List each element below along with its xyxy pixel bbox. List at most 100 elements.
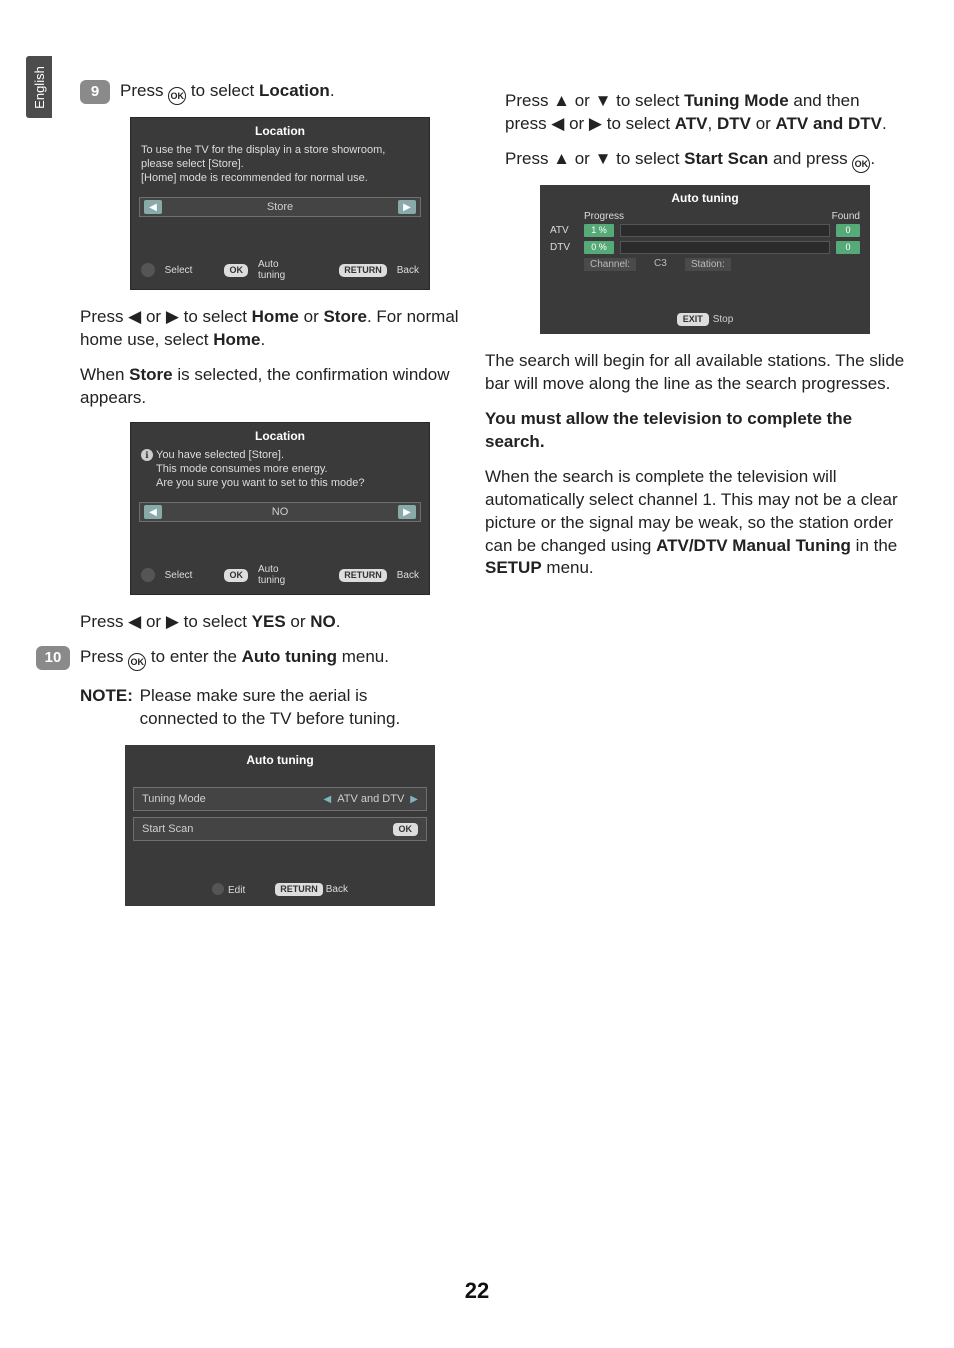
osd-auto-tuning-menu: Auto tuning Tuning Mode ◀ ATV and DTV ▶ … — [125, 745, 435, 906]
text-bold: Store — [129, 365, 172, 384]
osd-title: Auto tuning — [125, 745, 435, 781]
paragraph-yes-no: Press ◀ or ▶ to select YES or NO. — [80, 611, 480, 634]
text: . — [260, 330, 265, 349]
paragraph-when-complete: When the search is complete the televisi… — [485, 466, 905, 581]
osd-footer: Select OK Auto tuning RETURN Back — [131, 558, 429, 594]
footer-ok: Auto tuning — [258, 564, 307, 586]
text-bold: ATV/DTV Manual Tuning — [656, 536, 851, 555]
left-arrow-icon[interactable]: ◀ — [144, 505, 162, 519]
osd-desc: To use the TV for the display in a store… — [131, 144, 429, 193]
text: and press — [768, 149, 852, 168]
text-bold: NO — [310, 612, 336, 631]
osd-location-store: Location To use the TV for the display i… — [130, 117, 430, 290]
text-bold: Store — [323, 307, 366, 326]
text: When — [80, 365, 129, 384]
text-bold: Home — [252, 307, 299, 326]
text-bold: DTV — [717, 114, 751, 133]
progress-row-atv: ATV 1 % 0 — [540, 222, 870, 239]
text: or — [751, 114, 776, 133]
text: menu. — [337, 647, 389, 666]
text: . — [870, 149, 875, 168]
text-bold: Tuning Mode — [684, 91, 789, 110]
note-label: NOTE: — [80, 686, 133, 705]
text: or — [304, 307, 324, 326]
text: This mode consumes more energy. — [141, 463, 328, 477]
step-9-text: Press OK to select Location. — [120, 80, 480, 105]
text-bold: Location — [259, 81, 330, 100]
row-percent: 1 % — [584, 224, 614, 237]
text: To use the TV for the display in a store… — [141, 144, 385, 170]
ok-icon: OK — [852, 155, 870, 173]
progress-bar — [620, 224, 830, 237]
footer-return: Back — [326, 884, 348, 895]
step-9: 9 Press OK to select Location. — [80, 80, 480, 105]
footer-ok: Auto tuning — [258, 259, 307, 281]
paragraph-must-complete: You must allow the television to complet… — [485, 408, 905, 454]
right-arrow-icon[interactable]: ▶ — [398, 200, 416, 214]
osd-value-row[interactable]: ◀ Store ▶ — [139, 197, 421, 217]
text: . — [330, 81, 335, 100]
osd-auto-tuning-progress: Auto tuning Progress Found ATV 1 % 0 DTV… — [540, 185, 870, 334]
step-10: 10 Press OK to enter the Auto tuning men… — [36, 646, 480, 671]
osd-value-row[interactable]: ◀ NO ▶ — [139, 502, 421, 522]
language-tab: English — [26, 56, 52, 118]
osd-progress-info: Channel: C3 Station: — [540, 256, 870, 275]
paragraph-store-confirmation: When Store is selected, the confirmation… — [80, 364, 480, 410]
text: Press ▲ or ▼ to select — [505, 149, 684, 168]
text: . — [882, 114, 887, 133]
text: You have selected [Store]. — [156, 449, 284, 461]
ok-icon: OK — [128, 653, 146, 671]
ok-pill: OK — [224, 569, 248, 582]
info-icon: ℹ — [141, 449, 153, 461]
row-label: Start Scan — [142, 823, 193, 835]
dpad-icon — [141, 568, 155, 582]
progress-bar — [620, 241, 830, 254]
osd-progress-header: Progress Found — [540, 211, 870, 222]
osd-value: Store — [162, 201, 398, 213]
osd-value: NO — [162, 506, 398, 518]
text-bold: ATV — [675, 114, 708, 133]
osd-title: Location — [131, 423, 429, 449]
text: [Home] mode is recommended for normal us… — [141, 172, 368, 184]
paragraph-start-scan: Press ▲ or ▼ to select Start Scan and pr… — [505, 148, 905, 173]
row-found: 0 — [836, 224, 860, 237]
osd-title: Auto tuning — [540, 185, 870, 211]
step-badge-9: 9 — [80, 80, 110, 104]
left-arrow-icon[interactable]: ◀ — [324, 794, 332, 805]
text: Press — [80, 647, 128, 666]
return-pill: RETURN — [339, 264, 387, 277]
row-found: 0 — [836, 241, 860, 254]
return-pill: RETURN — [275, 883, 323, 896]
right-arrow-icon[interactable]: ▶ — [398, 505, 416, 519]
text: Press ◀ or ▶ to select — [80, 307, 252, 326]
row-label: DTV — [550, 242, 578, 253]
text-bold: Home — [213, 330, 260, 349]
step-badge-10: 10 — [36, 646, 70, 670]
dpad-icon — [212, 883, 224, 895]
ok-icon: OK — [168, 87, 186, 105]
text: Press ▲ or ▼ to select — [505, 91, 684, 110]
paragraph-home-or-store: Press ◀ or ▶ to select Home or Store. Fo… — [80, 306, 480, 352]
row-tuning-mode[interactable]: Tuning Mode ◀ ATV and DTV ▶ — [133, 787, 427, 811]
hdr-progress: Progress — [584, 211, 820, 222]
text-bold: YES — [252, 612, 286, 631]
text: in the — [851, 536, 897, 555]
text: to select — [191, 81, 259, 100]
row-start-scan[interactable]: Start Scan OK — [133, 817, 427, 841]
info-channel-value: C3 — [654, 258, 667, 271]
text-bold: Start Scan — [684, 149, 768, 168]
language-tab-label: English — [32, 66, 47, 109]
dpad-icon — [141, 263, 155, 277]
step-10-text: Press OK to enter the Auto tuning menu. — [80, 646, 480, 671]
ok-pill[interactable]: OK — [393, 823, 419, 836]
text: to enter the — [151, 647, 242, 666]
right-arrow-icon[interactable]: ▶ — [410, 794, 418, 805]
row-percent: 0 % — [584, 241, 614, 254]
left-arrow-icon[interactable]: ◀ — [144, 200, 162, 214]
text: Are you sure you want to set to this mod… — [141, 477, 365, 491]
footer-select: Select — [165, 265, 193, 276]
note-text: Please make sure the aerial is connected… — [140, 685, 440, 731]
footer-edit: Edit — [228, 885, 245, 896]
info-channel-label: Channel: — [584, 258, 636, 271]
footer-stop: Stop — [713, 314, 734, 325]
